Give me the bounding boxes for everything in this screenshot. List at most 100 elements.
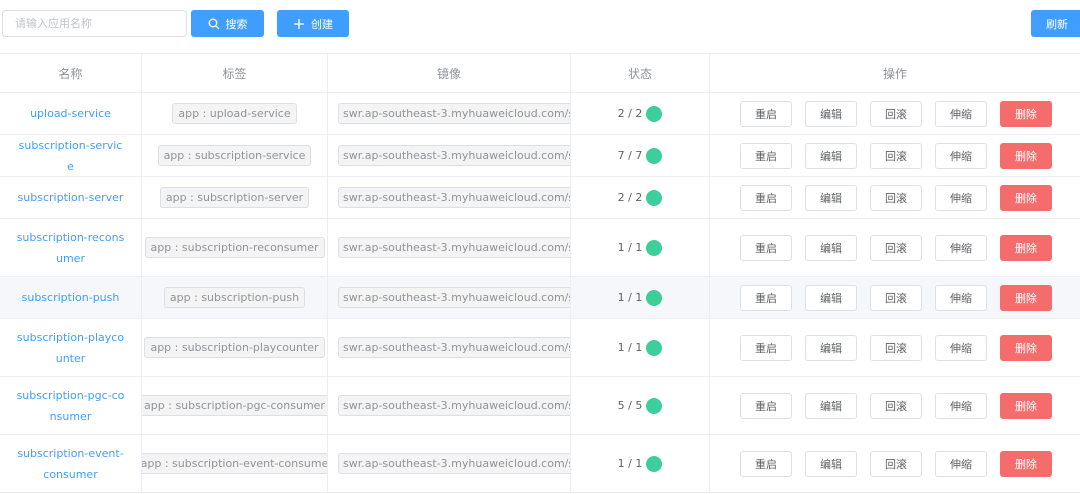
refresh-button[interactable]: 刷新: [1031, 10, 1080, 37]
app-name-link[interactable]: subscription-push: [22, 287, 120, 308]
table-row: subscription-push app : subscription-push…: [0, 277, 1080, 319]
table-row: subscription-service app : subscription-s…: [0, 135, 1080, 177]
header-name: 名称: [0, 54, 142, 92]
restart-button[interactable]: 重启: [740, 142, 792, 169]
delete-button[interactable]: 删除: [1000, 234, 1052, 261]
app-name-link[interactable]: subscription-pgc-consumer: [16, 385, 125, 427]
image-cell: swr.ap-southeast-3.myhuaweicloud.com/sha: [328, 219, 571, 276]
app-name-link[interactable]: subscription-reconsumer: [16, 227, 125, 269]
status-cell: 1 / 1: [571, 219, 710, 276]
create-button-label: 创建: [311, 17, 333, 31]
replica-count: 1 / 1: [617, 291, 643, 304]
restart-button[interactable]: 重启: [740, 334, 792, 361]
edit-button[interactable]: 编辑: [805, 334, 857, 361]
actions-cell: 重启 编辑 回滚 伸缩 删除: [710, 177, 1080, 218]
label-tag: app : subscription-push: [163, 287, 306, 308]
restart-button[interactable]: 重启: [740, 184, 792, 211]
rollback-button[interactable]: 回滚: [870, 184, 922, 211]
name-cell: subscription-event-consumer: [0, 435, 142, 492]
app-name-link[interactable]: upload-service: [30, 103, 111, 124]
delete-button[interactable]: 删除: [1000, 334, 1052, 361]
app-name-link[interactable]: subscription-event-consumer: [16, 443, 125, 485]
image-cell: swr.ap-southeast-3.myhuaweicloud.com/sha: [328, 93, 571, 134]
image-cell: swr.ap-southeast-3.myhuaweicloud.com/sha: [328, 319, 571, 376]
image-tag: swr.ap-southeast-3.myhuaweicloud.com/sha: [338, 395, 570, 416]
restart-button[interactable]: 重启: [740, 284, 792, 311]
edit-button[interactable]: 编辑: [805, 100, 857, 127]
rollback-button[interactable]: 回滚: [870, 142, 922, 169]
delete-button[interactable]: 删除: [1000, 142, 1052, 169]
plus-icon: [294, 18, 304, 29]
status-indicator: [646, 105, 663, 122]
label-tag: app : subscription-event-consume: [142, 453, 327, 474]
status-indicator: [646, 239, 663, 256]
restart-button[interactable]: 重启: [740, 392, 792, 419]
rollback-button[interactable]: 回滚: [870, 100, 922, 127]
edit-button[interactable]: 编辑: [805, 234, 857, 261]
edit-button[interactable]: 编辑: [805, 184, 857, 211]
rollback-button[interactable]: 回滚: [870, 284, 922, 311]
status-cell: 5 / 5: [571, 377, 710, 434]
replica-count: 1 / 1: [617, 341, 643, 354]
scale-button[interactable]: 伸缩: [935, 234, 987, 261]
rollback-button[interactable]: 回滚: [870, 450, 922, 477]
image-cell: swr.ap-southeast-3.myhuaweicloud.com/sha: [328, 277, 571, 318]
scale-button[interactable]: 伸缩: [935, 100, 987, 127]
header-actions: 操作: [882, 66, 907, 81]
scale-button[interactable]: 伸缩: [935, 184, 987, 211]
delete-button[interactable]: 删除: [1000, 392, 1052, 419]
table-row: subscription-server app : subscription-se…: [0, 177, 1080, 219]
refresh-button-label: 刷新: [1046, 17, 1068, 31]
app-name-link[interactable]: subscription-server: [18, 187, 124, 208]
edit-button[interactable]: 编辑: [805, 450, 857, 477]
delete-button[interactable]: 删除: [1000, 100, 1052, 127]
actions-cell: 重启 编辑 回滚 伸缩 删除: [710, 277, 1080, 318]
search-button[interactable]: 搜索: [191, 10, 264, 37]
rollback-button[interactable]: 回滚: [870, 334, 922, 361]
name-cell: subscription-server: [0, 177, 142, 218]
app-name-link[interactable]: subscription-service: [16, 135, 125, 176]
search-button-label: 搜索: [225, 17, 248, 31]
scale-button[interactable]: 伸缩: [935, 284, 987, 311]
tag-cell: app : subscription-playcounter: [142, 319, 328, 376]
scale-button[interactable]: 伸缩: [935, 142, 987, 169]
restart-button[interactable]: 重启: [740, 234, 792, 261]
table-row: subscription-playcounter app : subscripti…: [0, 319, 1080, 377]
rollback-button[interactable]: 回滚: [870, 234, 922, 261]
restart-button[interactable]: 重启: [740, 450, 792, 477]
edit-button[interactable]: 编辑: [805, 392, 857, 419]
search-input[interactable]: [2, 10, 187, 37]
actions-cell: 重启 编辑 回滚 伸缩 删除: [710, 435, 1080, 492]
restart-button[interactable]: 重启: [740, 100, 792, 127]
delete-button[interactable]: 删除: [1000, 284, 1052, 311]
status-cell: 1 / 1: [571, 277, 710, 318]
edit-button[interactable]: 编辑: [805, 142, 857, 169]
label-tag: app : subscription-pgc-consumer: [142, 395, 327, 416]
image-cell: swr.ap-southeast-3.myhuaweicloud.com/sha: [328, 435, 571, 492]
rollback-button[interactable]: 回滚: [870, 392, 922, 419]
app-name-link[interactable]: subscription-playcounter: [16, 327, 125, 369]
delete-button[interactable]: 删除: [1000, 450, 1052, 477]
image-cell: swr.ap-southeast-3.myhuaweicloud.com/sha: [328, 377, 571, 434]
table-row: upload-service app : upload-service swr.ap…: [0, 93, 1080, 135]
replica-count: 5 / 5: [617, 399, 643, 412]
actions-cell: 重启 编辑 回滚 伸缩 删除: [710, 319, 1080, 376]
edit-button[interactable]: 编辑: [805, 284, 857, 311]
scale-button[interactable]: 伸缩: [935, 450, 987, 477]
table-row: subscription-event-consumer app : subscri…: [0, 435, 1080, 493]
header-status: 状态: [571, 54, 710, 92]
label-tag: app : subscription-reconsumer: [144, 237, 325, 258]
status-cell: 2 / 2: [571, 177, 710, 218]
status-cell: 1 / 1: [571, 319, 710, 376]
delete-button[interactable]: 删除: [1000, 184, 1052, 211]
label-tag: app : subscription-service: [157, 145, 312, 166]
status-indicator: [646, 289, 663, 306]
scale-button[interactable]: 伸缩: [935, 334, 987, 361]
create-button[interactable]: 创建: [277, 10, 349, 37]
image-cell: swr.ap-southeast-3.myhuaweicloud.com/sha: [328, 177, 571, 218]
name-cell: subscription-reconsumer: [0, 219, 142, 276]
status-indicator: [646, 147, 663, 164]
image-tag: swr.ap-southeast-3.myhuaweicloud.com/sha: [338, 287, 570, 308]
scale-button[interactable]: 伸缩: [935, 392, 987, 419]
status-cell: 7 / 7: [571, 135, 710, 176]
